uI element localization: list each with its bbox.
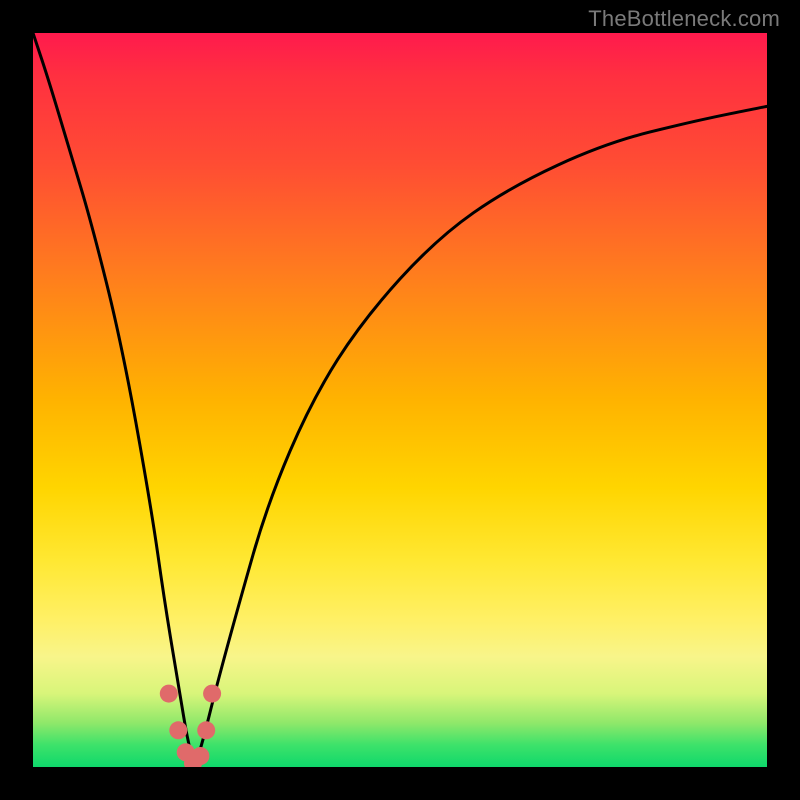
highlight-dots [160, 685, 221, 767]
highlight-dot [160, 685, 178, 703]
curve-left-branch [33, 33, 195, 767]
highlight-dot [197, 721, 215, 739]
bottleneck-curve-svg [33, 33, 767, 767]
attribution-text: TheBottleneck.com [588, 6, 780, 32]
curve-group [33, 33, 767, 767]
highlight-dot [203, 685, 221, 703]
highlight-dot [169, 721, 187, 739]
chart-frame: TheBottleneck.com [0, 0, 800, 800]
curve-right-branch [195, 106, 768, 767]
plot-area [33, 33, 767, 767]
highlight-dot [191, 747, 209, 765]
